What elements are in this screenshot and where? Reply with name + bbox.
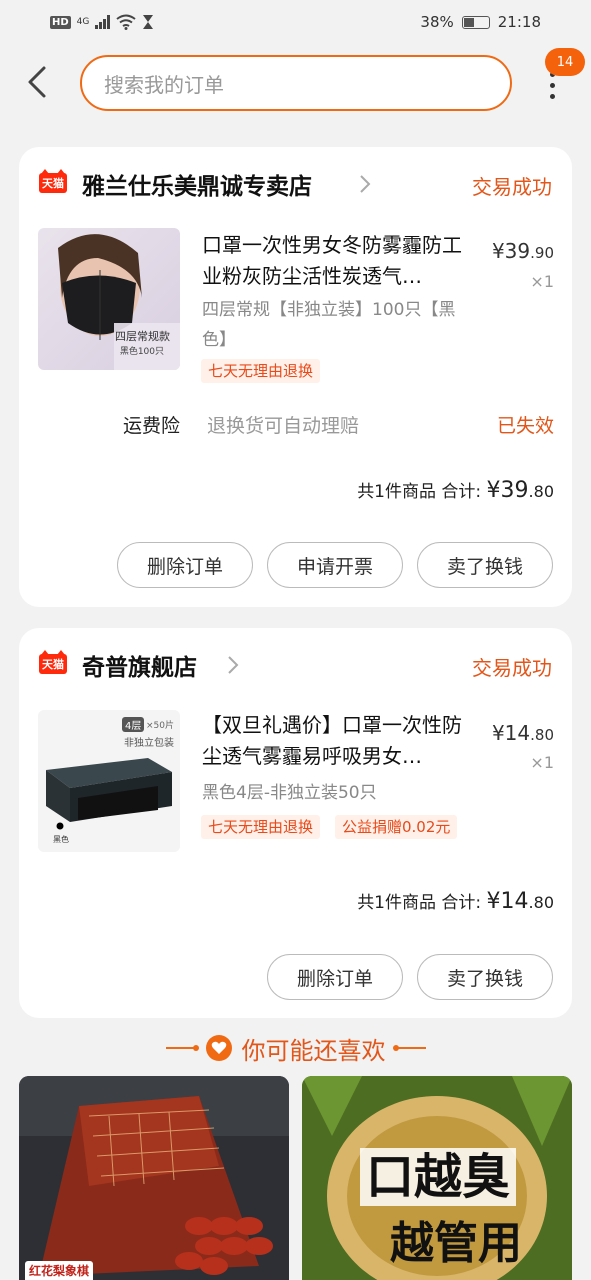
product-qty: ×1 (530, 753, 554, 772)
signal-icon (95, 15, 111, 29)
thumb-caption: ×50片 (146, 721, 174, 731)
network-type: 4G (76, 17, 90, 27)
thumb-caption: 4层 (122, 717, 145, 732)
recommend-item-text: 口越臭 (360, 1148, 517, 1206)
thumb-caption: 黑色 (53, 835, 69, 844)
divider (165, 1045, 199, 1051)
status-bar: HD 4G 38% 21:18 (0, 0, 591, 44)
tag-badge: 七天无理由退换 (201, 815, 321, 839)
tag-badge: 公益捐赠0.02元 (335, 815, 458, 839)
thumb-caption: 非独立包装 (124, 738, 174, 749)
recommend-item-tea[interactable]: 口越臭 越管用 (302, 1076, 572, 1280)
back-arrow-icon[interactable] (22, 64, 58, 100)
tmall-icon: 天猫 (39, 169, 67, 193)
tag-badge: 七天无理由退换 (201, 359, 321, 383)
chess-board-image (19, 1076, 289, 1276)
more-icon[interactable] (540, 72, 564, 102)
total-decimal: .80 (528, 482, 554, 501)
shop-row[interactable]: 天猫 奇普旗舰店 交易成功 (19, 628, 572, 704)
product-qty: ×1 (530, 272, 554, 291)
recommend-item-text: 越管用 (390, 1218, 522, 1269)
product-price: ¥14.80 (492, 721, 554, 745)
insurance-status: 已失效 (496, 415, 554, 437)
total-decimal: .80 (528, 893, 554, 912)
insurance-desc: 退换货可自动理赔 (207, 415, 360, 437)
status-left: HD 4G (50, 14, 154, 30)
heart-icon (205, 1035, 232, 1061)
thumb-caption: 四层常规款 (115, 330, 170, 343)
battery-percent: 38% (420, 13, 454, 31)
chevron-right-icon (228, 656, 239, 674)
price-decimal: .90 (530, 244, 554, 262)
product-sku: 黑色4层-非独立装50只 (202, 783, 377, 803)
delete-order-button[interactable]: 删除订单 (117, 542, 253, 588)
product-thumbnail[interactable]: 四层常规款 黑色100只 (38, 228, 180, 370)
delete-order-button[interactable]: 删除订单 (267, 954, 403, 1000)
divider (392, 1045, 426, 1051)
search-placeholder: 搜索我的订单 (104, 72, 224, 97)
status-right: 38% 21:18 (420, 13, 541, 31)
price-main: ¥14 (491, 721, 531, 745)
price-decimal: .80 (530, 726, 554, 744)
product-price: ¥39.90 (492, 239, 554, 263)
product-title[interactable]: 口罩一次性男女冬防雾霾防工业粉灰防尘活性炭透气… (202, 230, 477, 292)
order-total: 共1件商品 合计: ¥14.80 (357, 888, 554, 914)
notification-badge[interactable]: 14 (545, 48, 585, 76)
insurance-label: 运费险 (123, 415, 181, 437)
order-total: 共1件商品 合计: ¥39.80 (357, 477, 554, 503)
top-bar: 搜索我的订单 (0, 50, 591, 116)
wifi-icon (116, 14, 136, 30)
product-title[interactable]: 【双旦礼遇价】口罩一次性防尘透气雾霾易呼吸男女… (202, 710, 477, 772)
total-prefix: 共1件商品 合计: (357, 482, 487, 502)
product-sku: 四层常规【非独立装】100只【黑色】 (202, 300, 456, 350)
hourglass-icon (143, 15, 154, 29)
shop-row[interactable]: 天猫 雅兰仕乐美鼎诚专卖店 交易成功 (19, 147, 572, 223)
order-card[interactable]: 天猫 雅兰仕乐美鼎诚专卖店 交易成功 四层常规款 黑色100只 口罩一次性男女冬… (19, 147, 572, 607)
recommend-item-label: 红花梨象棋 (25, 1261, 94, 1280)
shop-name[interactable]: 雅兰仕乐美鼎诚专卖店 (82, 167, 312, 201)
hd-indicator: HD (50, 15, 71, 29)
shop-name[interactable]: 奇普旗舰店 (82, 648, 197, 682)
recommend-title: 你可能还喜欢 (241, 1036, 386, 1065)
order-status: 交易成功 (472, 175, 552, 199)
order-status: 交易成功 (472, 656, 552, 680)
search-input[interactable]: 搜索我的订单 (80, 55, 512, 111)
tmall-icon: 天猫 (39, 650, 67, 674)
price-main: ¥39 (491, 239, 531, 263)
chevron-right-icon (360, 175, 371, 193)
recommend-item-chess[interactable]: 红花梨象棋 (19, 1076, 289, 1280)
resell-button[interactable]: 卖了换钱 (417, 954, 553, 1000)
resell-button[interactable]: 卖了换钱 (417, 542, 553, 588)
clock: 21:18 (497, 13, 541, 31)
product-thumbnail[interactable]: 4层 ×50片 非独立包装 黑色 (38, 710, 180, 852)
recommend-header: 你可能还喜欢 (0, 1028, 591, 1068)
order-card[interactable]: 天猫 奇普旗舰店 交易成功 4层 ×50片 非独立包装 黑色 【双旦礼遇价】口罩… (19, 628, 572, 1018)
total-main: ¥14 (486, 889, 529, 914)
battery-icon (461, 15, 490, 29)
total-prefix: 共1件商品 合计: (357, 893, 487, 913)
total-main: ¥39 (486, 478, 529, 503)
request-invoice-button[interactable]: 申请开票 (267, 542, 403, 588)
mask-box-image (46, 758, 172, 830)
thumb-caption: 黑色100只 (119, 347, 164, 357)
